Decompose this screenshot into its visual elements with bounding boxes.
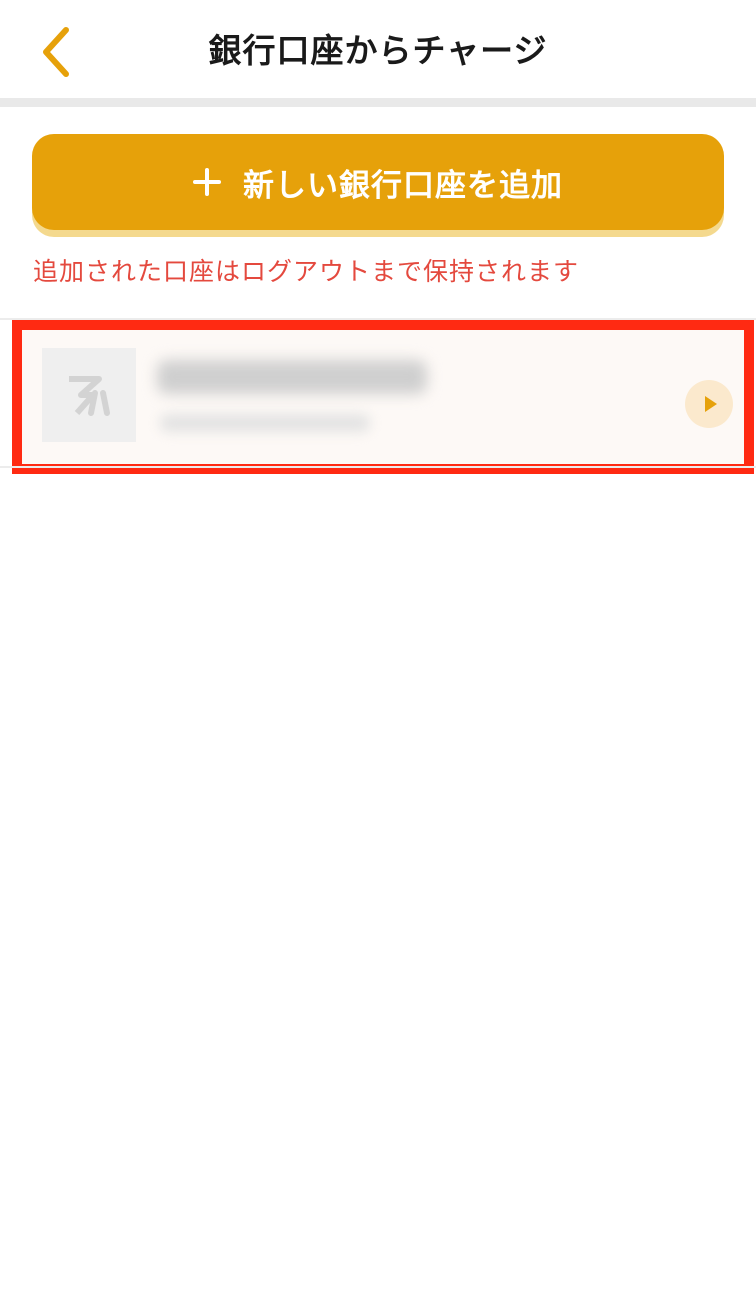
retention-notice: 追加された口座はログアウトまで保持されます [33, 257, 580, 286]
plus-icon [193, 168, 221, 196]
bank-logo-icon [42, 348, 136, 442]
bank-account-item[interactable] [22, 330, 744, 464]
add-bank-account-label: 新しい銀行口座を追加 [243, 167, 563, 204]
account-detail-redacted [160, 414, 370, 432]
back-button[interactable] [20, 18, 92, 86]
list-divider-bottom [0, 466, 756, 468]
page-title: 銀行口座からチャージ [208, 31, 548, 70]
play-arrow-icon[interactable] [685, 380, 733, 428]
nav-bar: 銀行口座からチャージ [0, 0, 756, 100]
highlight-frame [12, 320, 754, 474]
chevron-left-icon [43, 27, 69, 77]
account-name-redacted [157, 360, 427, 394]
screen: 銀行口座からチャージ 新しい銀行口座を追加 追加された口座はログアウトまで保持さ… [0, 0, 756, 1300]
add-bank-account-button[interactable]: 新しい銀行口座を追加 [32, 134, 724, 230]
header-divider [0, 98, 756, 107]
